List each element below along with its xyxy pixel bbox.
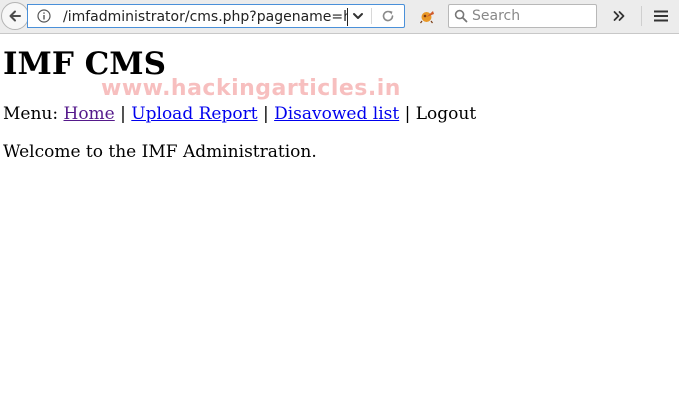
menu-separator: |	[262, 104, 269, 124]
menu-separator: |	[404, 104, 411, 124]
menu-label: Menu:	[3, 104, 59, 124]
search-bar[interactable]	[448, 4, 597, 28]
menu-separator: |	[120, 104, 126, 124]
menu-button[interactable]	[650, 6, 672, 26]
chevron-down-icon	[353, 13, 363, 19]
search-icon	[454, 9, 468, 23]
toolbar-divider	[641, 6, 642, 26]
url-divider	[371, 8, 372, 24]
welcome-message: Welcome to the IMF Administration.	[3, 142, 317, 162]
reload-button[interactable]	[380, 8, 396, 24]
address-bar[interactable]: /imfadministrator/cms.php?pagename=home	[27, 4, 405, 28]
info-icon[interactable]	[37, 9, 51, 23]
reload-icon	[382, 10, 394, 22]
page-content: IMF CMS www.hackingarticles.in Menu: Hom…	[0, 35, 679, 402]
menu-link-home[interactable]: Home	[64, 104, 115, 124]
watermark: www.hackingarticles.in	[101, 76, 401, 101]
double-chevron-right-icon	[613, 11, 625, 21]
search-input[interactable]	[472, 6, 590, 26]
menu-item-logout: Logout	[415, 104, 477, 124]
menu-link-upload-report[interactable]: Upload Report	[131, 104, 257, 124]
menu-link-disavowed-list[interactable]: Disavowed list	[274, 104, 399, 124]
back-button[interactable]	[1, 2, 29, 30]
extension-icon[interactable]	[418, 7, 436, 25]
overflow-button[interactable]	[608, 6, 630, 26]
url-dropdown-button[interactable]	[350, 8, 366, 24]
browser-toolbar: /imfadministrator/cms.php?pagename=home	[0, 0, 679, 34]
nav-menu: Menu: Home | Upload Report | Disavowed l…	[3, 103, 476, 125]
url-input[interactable]: /imfadministrator/cms.php?pagename=home	[63, 8, 348, 26]
back-arrow-icon	[9, 10, 21, 22]
hamburger-menu-icon	[654, 10, 668, 22]
